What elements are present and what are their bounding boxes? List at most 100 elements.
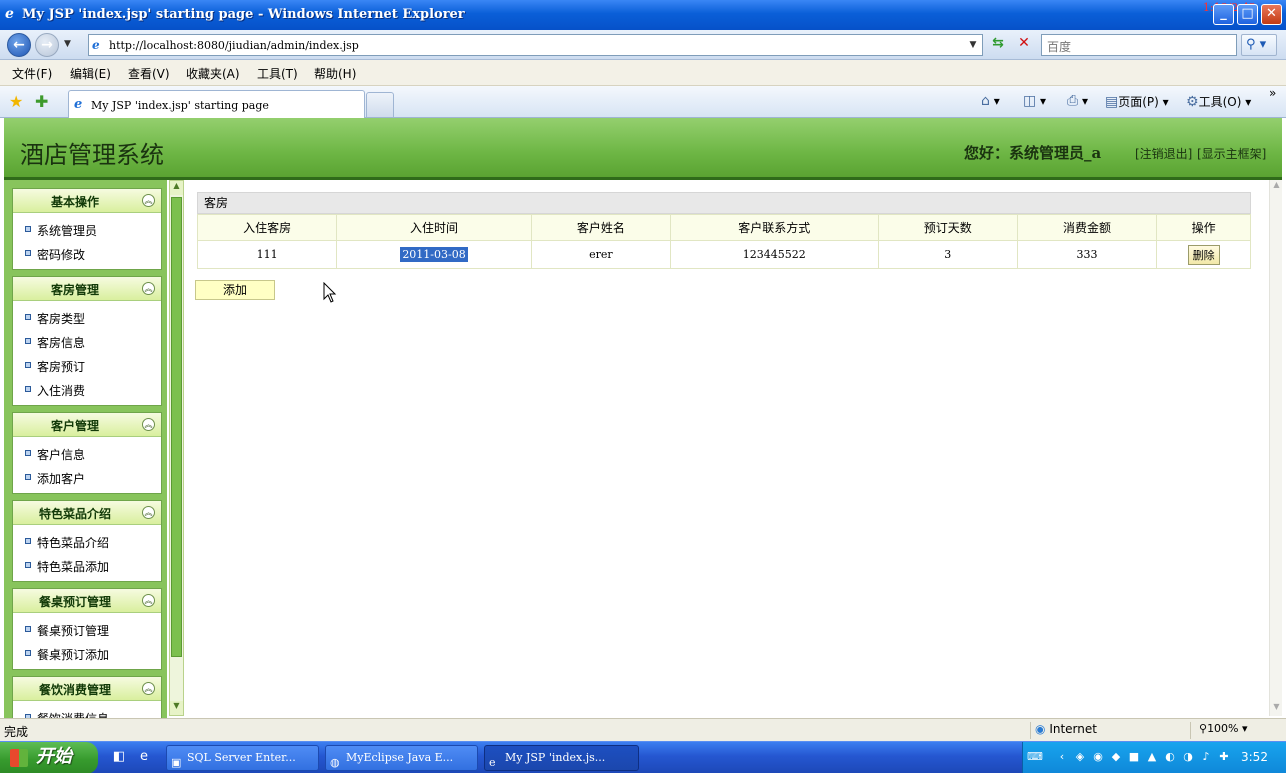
menu-help[interactable]: 帮助(H)	[314, 65, 356, 82]
scroll-down-arrow-icon[interactable]: ▼	[170, 701, 183, 715]
quicklaunch-ie-icon[interactable]: e	[136, 749, 152, 765]
collapse-chevron-icon[interactable]: ︽	[142, 194, 155, 207]
sidebar-section-header[interactable]: 特色菜品介绍 ︽	[13, 501, 161, 525]
page-scroll-down-icon[interactable]: ▼	[1270, 702, 1282, 716]
add-favorites-icon[interactable]: ✚	[35, 92, 48, 111]
window-title: My JSP 'index.jsp' starting page - Windo…	[22, 7, 465, 22]
sidebar-item[interactable]: 餐饮消费信息	[13, 705, 161, 718]
favorites-star-icon[interactable]: ★	[9, 92, 23, 111]
history-dropdown-icon[interactable]: ▼	[64, 39, 71, 49]
tray-app5-icon[interactable]: ◑	[1181, 750, 1195, 764]
tray-app-icon[interactable]: ◆	[1109, 750, 1123, 764]
tab-label: My JSP 'index.jsp' starting page	[91, 99, 269, 112]
minimize-icon: _	[1220, 6, 1227, 21]
bullet-icon	[25, 314, 31, 320]
more-commands-icon[interactable]: »	[1269, 86, 1276, 100]
sidebar-item[interactable]: 餐桌预订添加	[13, 641, 161, 665]
sidebar-section-body: 系统管理员 密码修改	[13, 213, 161, 269]
tray-volume-icon[interactable]: ♪	[1199, 750, 1213, 764]
add-button[interactable]: 添加	[195, 280, 275, 300]
tab-current-page[interactable]: e My JSP 'index.jsp' starting page	[68, 90, 365, 118]
sidebar-item[interactable]: 入住消费	[13, 377, 161, 401]
tray-app3-icon[interactable]: ▲	[1145, 750, 1159, 764]
tray-expand-icon[interactable]: ‹	[1055, 750, 1069, 764]
collapse-chevron-icon[interactable]: ︽	[142, 594, 155, 607]
sidebar-section-header[interactable]: 客房管理 ︽	[13, 277, 161, 301]
logout-link[interactable]: [注销退出]	[1135, 145, 1192, 162]
sidebar-item[interactable]: 添加客户	[13, 465, 161, 489]
scroll-up-arrow-icon[interactable]: ▲	[170, 181, 183, 195]
collapse-chevron-icon[interactable]: ︽	[142, 282, 155, 295]
collapse-chevron-icon[interactable]: ︽	[142, 506, 155, 519]
tools-menu-button[interactable]: ⚙工具(O) ▾	[1186, 93, 1251, 110]
sidebar-item[interactable]: 特色菜品添加	[13, 553, 161, 577]
ie-logo-icon: e	[5, 6, 14, 22]
sidebar-section-header[interactable]: 基本操作 ︽	[13, 189, 161, 213]
minimize-button[interactable]: _	[1213, 4, 1234, 25]
maximize-button[interactable]: □	[1237, 4, 1258, 25]
sidebar-item[interactable]: 密码修改	[13, 241, 161, 265]
task-myeclipse[interactable]: ◍ MyEclipse Java E...	[325, 745, 478, 771]
sidebar-item[interactable]: 餐桌预订管理	[13, 617, 161, 641]
task-ie-active[interactable]: e My JSP 'index.js...	[484, 745, 639, 771]
sidebar-item[interactable]: 客房类型	[13, 305, 161, 329]
start-button[interactable]: 开始	[0, 742, 98, 773]
menu-view[interactable]: 查看(V)	[128, 65, 170, 82]
search-button[interactable]: ⚲ ▾	[1241, 34, 1277, 56]
url-field[interactable]: e http://localhost:8080/jiudian/admin/in…	[88, 34, 983, 56]
menu-tools[interactable]: 工具(T)	[257, 65, 298, 82]
search-input[interactable]: 百度	[1041, 34, 1237, 56]
stop-button[interactable]: ✕	[1013, 35, 1035, 55]
sidebar-item[interactable]: 客房预订	[13, 353, 161, 377]
show-frame-link[interactable]: [显示主框架]	[1197, 145, 1266, 162]
sidebar-section: 餐饮消费管理 ︽ 餐饮消费信息	[12, 676, 162, 718]
task-sql-label: SQL Server Enter...	[187, 751, 296, 764]
back-button[interactable]: ←	[7, 33, 31, 57]
security-zone[interactable]: ◉ Internet	[1030, 722, 1185, 739]
collapse-chevron-icon[interactable]: ︽	[142, 418, 155, 431]
refresh-button[interactable]: ⇆	[987, 35, 1009, 55]
cell-action: 删除	[1156, 240, 1251, 269]
close-button[interactable]: ✕	[1261, 4, 1282, 25]
feeds-button[interactable]: ◫ ▾	[1023, 93, 1046, 109]
home-button[interactable]: ⌂ ▾	[981, 93, 1000, 109]
sidebar-item[interactable]: 系统管理员	[13, 217, 161, 241]
delete-button[interactable]: 删除	[1187, 244, 1220, 265]
menu-edit[interactable]: 编辑(E)	[70, 65, 111, 82]
tray-network-icon[interactable]: ◈	[1073, 750, 1087, 764]
sidebar-item[interactable]: 客房信息	[13, 329, 161, 353]
window-title-bar[interactable]: e My JSP 'index.jsp' starting page - Win…	[0, 0, 1286, 30]
tray-app2-icon[interactable]: ■	[1127, 750, 1141, 764]
quicklaunch-desktop-icon[interactable]: ◧	[111, 749, 127, 765]
sidebar-item[interactable]: 客户信息	[13, 441, 161, 465]
page-scrollbar[interactable]: ▲ ▼	[1269, 180, 1282, 716]
new-tab-button[interactable]	[366, 92, 394, 118]
bullet-icon	[25, 538, 31, 544]
url-dropdown-icon[interactable]: ▼	[966, 37, 980, 53]
sidebar-section-header[interactable]: 客户管理 ︽	[13, 413, 161, 437]
task-sql-server[interactable]: ▣ SQL Server Enter...	[166, 745, 319, 771]
sidebar-item-label: 餐饮消费信息	[37, 710, 109, 718]
cell-contact: 123445522	[670, 240, 879, 269]
sidebar-section-header[interactable]: 餐饮消费管理 ︽	[13, 677, 161, 701]
menu-favorites[interactable]: 收藏夹(A)	[186, 65, 240, 82]
print-button[interactable]: ⎙ ▾	[1067, 93, 1088, 109]
tray-chat-icon[interactable]: ◉	[1091, 750, 1105, 764]
sidebar-scrollbar[interactable]: ▲ ▼	[169, 180, 184, 716]
sidebar-section-header[interactable]: 餐桌预订管理 ︽	[13, 589, 161, 613]
sidebar: 基本操作 ︽ 系统管理员 密码修改 客房管理 ︽ 客房类型 客房信息 客房预订 入住消费 客户管理 ︽…	[4, 180, 167, 718]
keyboard-icon[interactable]: ⌨	[1027, 750, 1043, 764]
zoom-control[interactable]: ⚲100% ▾	[1190, 722, 1280, 739]
page-scroll-up-icon[interactable]: ▲	[1270, 180, 1282, 194]
windows-flag-icon	[10, 749, 28, 767]
collapse-chevron-icon[interactable]: ︽	[142, 682, 155, 695]
sidebar-item[interactable]: 特色菜品介绍	[13, 529, 161, 553]
url-text: http://localhost:8080/jiudian/admin/inde…	[109, 39, 359, 52]
bullet-icon	[25, 226, 31, 232]
page-menu-button[interactable]: ▤页面(P) ▾	[1105, 93, 1169, 110]
tray-safety-icon[interactable]: ✚	[1217, 750, 1231, 764]
sidebar-scroll-thumb[interactable]	[171, 197, 182, 657]
forward-button[interactable]: →	[35, 33, 59, 57]
menu-file[interactable]: 文件(F)	[12, 65, 52, 82]
tray-app4-icon[interactable]: ◐	[1163, 750, 1177, 764]
